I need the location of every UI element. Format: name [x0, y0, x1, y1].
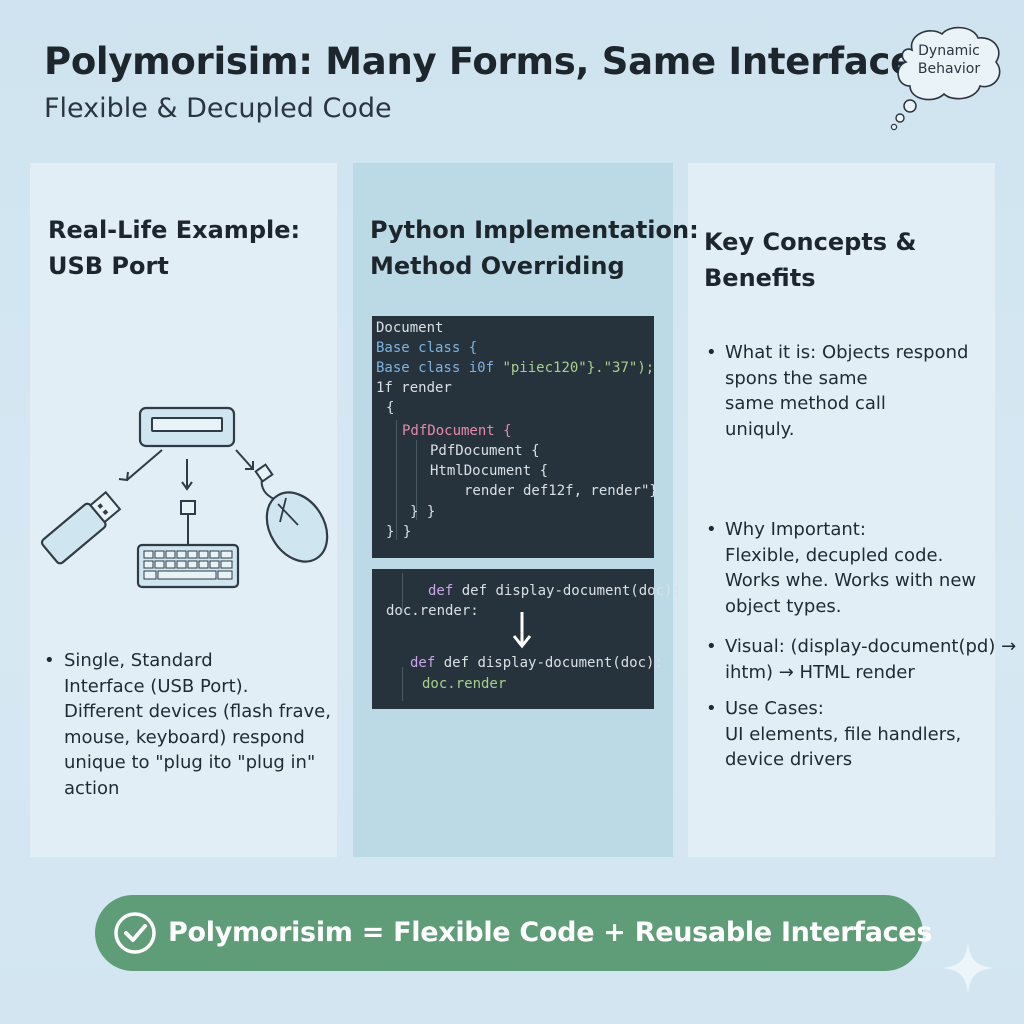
thought-bubble-line: Behavior [917, 61, 981, 77]
code-token: def display-document(doc): [461, 583, 681, 599]
bullet-line: Works whe. Works with new [725, 570, 977, 591]
flash-drive-icon [40, 490, 122, 565]
bullet-dot: • [706, 342, 717, 363]
bullet-line: spons the same [725, 367, 868, 389]
code-token: def display-document(doc): [443, 655, 663, 671]
code-line: Document [376, 320, 444, 336]
code-line: PdfDocument { [402, 423, 512, 439]
arrow-icon [118, 449, 254, 491]
bullet-line: mouse, keyboard) respond [64, 726, 305, 748]
code-token: Base class i0f [376, 360, 495, 376]
code-keyword: def [410, 655, 436, 671]
heading-line: Benefits [704, 264, 816, 292]
bullet-line: uniquly. [725, 418, 795, 440]
bullet-dot: • [706, 636, 717, 657]
code-line: } } [386, 524, 412, 540]
bullet-line: Different devices (flash frave, [64, 701, 331, 722]
concept-bullet: • What it is: Objects respond spons the … [706, 340, 1016, 442]
code-token: "piiec120"}."37"); [502, 360, 655, 376]
code-line: PdfDocument { [430, 443, 540, 459]
bullet-dot: • [706, 519, 717, 540]
bullet-line: device drivers [725, 749, 853, 770]
heading-line: Method Overriding [370, 252, 625, 280]
code-line: doc.render [422, 676, 507, 692]
usb-example-bullet: • Single, Standard Interface (USB Port).… [44, 648, 334, 801]
heading-line: USB Port [48, 252, 169, 280]
panel-heading-concepts: Key Concepts & Benefits [704, 224, 916, 296]
check-circle-icon [114, 912, 156, 954]
bullet-line: action [64, 777, 120, 799]
code-line: { [386, 400, 395, 416]
summary-banner-text: Polymorisim = Flexible Code + Reusable I… [168, 917, 933, 948]
bullet-line: same method call [725, 393, 886, 414]
code-line: def def display-document(doc): [428, 581, 681, 601]
concept-bullet: • Why Important: Flexible, decupled code… [706, 517, 1016, 619]
panel-heading-python: Python Implementation: Method Overriding [370, 212, 699, 284]
heading-line: Python Implementation: [370, 216, 699, 244]
bullet-line: Why Important: [725, 519, 866, 540]
heading-line: Real-Life Example: [48, 216, 301, 244]
concept-bullet: • Visual: (display-document(pd) → ihtm) … [706, 634, 1016, 685]
code-line: def def display-document(doc): [410, 653, 663, 673]
bullet-line: Visual: (display-document(pd) → [725, 636, 1017, 657]
keyboard-icon [136, 500, 240, 589]
code-line: } } [410, 504, 436, 520]
code-line: 1f render [376, 380, 452, 396]
code-line: Base class { [376, 340, 478, 356]
heading-line: Key Concepts & [704, 228, 917, 256]
code-block-classes: Document Base class { Base class i0f "pi… [372, 316, 658, 558]
usb-diagram [40, 406, 329, 589]
bullet-dot: • [44, 650, 55, 671]
mouse-icon [254, 463, 329, 563]
code-line: HtmlDocument { [430, 463, 549, 479]
code-line: Base class i0f "piiec120"}."37"); [376, 358, 654, 378]
bullet-dot: • [706, 698, 717, 719]
concept-bullet: • Use Cases: UI elements, file handlers,… [706, 696, 1016, 773]
bullet-line: object types. [725, 595, 842, 617]
bullet-line: Flexible, decupled code. [725, 544, 944, 566]
bullet-line: Interface (USB Port). [64, 675, 249, 697]
bullet-line: Single, Standard [64, 650, 213, 671]
panel-heading-usb: Real-Life Example: USB Port [48, 212, 300, 284]
code-line: render def12f, render"} [464, 483, 658, 499]
thought-bubble-label: Dynamic Behavior [894, 42, 1004, 78]
bullet-line: What it is: Objects respond [725, 342, 969, 363]
thought-bubble-line: Dynamic [918, 43, 980, 59]
bullet-line: Use Cases: [725, 698, 824, 719]
code-line: doc.render: [386, 603, 479, 619]
usb-port-icon [138, 406, 236, 448]
sparkle-icon [942, 942, 994, 994]
bullet-line: UI elements, file handlers, [725, 723, 962, 745]
page-subtitle: Flexible & Decupled Code [44, 93, 392, 124]
indent-guide [402, 667, 403, 701]
down-arrow-icon [512, 612, 532, 649]
bullet-line: ihtm) → HTML render [725, 661, 915, 683]
page-title: Polymorisim: Many Forms, Same Interface [44, 40, 915, 83]
bullet-line: unique to "plug ito "plug in" [64, 752, 316, 773]
code-keyword: def [428, 583, 454, 599]
